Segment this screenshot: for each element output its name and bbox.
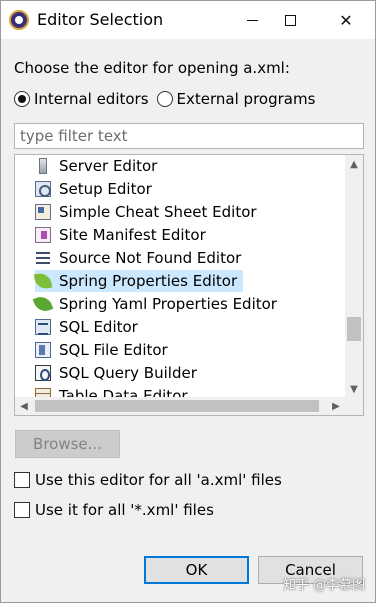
close-icon: ✕ <box>339 10 353 30</box>
watermark: 知乎 @李慕图 <box>283 578 366 593</box>
cheat-sheet-icon <box>35 204 51 220</box>
list-item-label: SQL File Editor <box>59 341 168 359</box>
server-icon <box>39 158 47 174</box>
minimize-icon <box>246 19 258 21</box>
list-item[interactable]: SQL File Editor <box>35 339 174 361</box>
browse-button[interactable]: Browse... <box>15 430 120 458</box>
editor-list[interactable]: Server Editor Setup Editor Simple Cheat … <box>14 154 364 416</box>
list-item[interactable]: Server Editor <box>35 155 163 177</box>
ok-button[interactable]: OK <box>144 556 249 584</box>
use-for-extension-checkbox[interactable] <box>14 502 30 518</box>
editor-mode-group: Internal editors External programs <box>14 90 323 108</box>
scroll-up-icon[interactable]: ▲ <box>345 155 363 173</box>
list-item-label: Spring Yaml Properties Editor <box>59 295 277 313</box>
use-for-extension-label[interactable]: Use it for all '*.xml' files <box>35 501 214 519</box>
sql-icon <box>35 319 51 335</box>
list-item[interactable]: SQL Editor <box>35 316 144 338</box>
horizontal-scrollbar[interactable]: ◀ ▶ <box>15 397 345 415</box>
list-item-label: SQL Query Builder <box>59 364 197 382</box>
maximize-icon <box>284 14 296 26</box>
scrollbar-corner <box>345 397 363 415</box>
external-programs-label[interactable]: External programs <box>177 90 316 108</box>
maximize-button[interactable] <box>267 1 313 39</box>
title-bar: Editor Selection ✕ <box>1 1 375 39</box>
list-item-label: Simple Cheat Sheet Editor <box>59 203 257 221</box>
editor-list-viewport: Server Editor Setup Editor Simple Cheat … <box>15 155 345 398</box>
list-item-label: Server Editor <box>59 157 158 175</box>
use-for-file-checkbox[interactable] <box>14 472 30 488</box>
scroll-down-icon[interactable]: ▼ <box>345 380 363 398</box>
list-item-label: Site Manifest Editor <box>59 226 206 244</box>
list-item-label: Setup Editor <box>59 180 152 198</box>
scroll-left-icon[interactable]: ◀ <box>15 397 33 415</box>
spring-leaf-icon <box>33 271 53 291</box>
spring-leaf-icon <box>32 293 54 315</box>
prompt-label: Choose the editor for opening a.xml: <box>14 59 290 77</box>
filter-input[interactable] <box>14 123 364 149</box>
list-item[interactable]: Site Manifest Editor <box>35 224 212 246</box>
close-button[interactable]: ✕ <box>323 1 369 39</box>
setup-icon <box>35 181 51 197</box>
list-item-label: Spring Properties Editor <box>59 272 238 290</box>
editor-selection-dialog: Editor Selection ✕ Choose the editor for… <box>0 0 376 603</box>
list-item-label: SQL Editor <box>59 318 138 336</box>
vertical-scroll-thumb[interactable] <box>347 317 361 341</box>
list-item[interactable]: Simple Cheat Sheet Editor <box>35 201 263 223</box>
list-item[interactable]: SQL Query Builder <box>35 362 203 384</box>
external-programs-radio[interactable] <box>156 91 173 107</box>
dialog-title: Editor Selection <box>37 10 164 29</box>
list-item[interactable]: Spring Yaml Properties Editor <box>32 293 283 315</box>
horizontal-scroll-thumb[interactable] <box>35 400 319 412</box>
vertical-scrollbar[interactable]: ▲ ▼ <box>345 155 363 398</box>
internal-editors-radio[interactable] <box>14 91 30 107</box>
sql-file-icon <box>35 342 51 358</box>
sql-query-icon <box>35 365 51 381</box>
source-lines-icon <box>35 250 51 266</box>
list-item[interactable]: Setup Editor <box>35 178 158 200</box>
internal-editors-label[interactable]: Internal editors <box>34 90 149 108</box>
scroll-right-icon[interactable]: ▶ <box>327 397 345 415</box>
site-manifest-icon <box>35 227 51 243</box>
eclipse-app-icon <box>9 10 29 30</box>
use-for-extension-option[interactable]: Use it for all '*.xml' files <box>14 501 214 519</box>
use-for-file-label[interactable]: Use this editor for all 'a.xml' files <box>35 471 282 489</box>
list-item-label: Source Not Found Editor <box>59 249 242 267</box>
list-item-selected[interactable]: Spring Properties Editor <box>33 270 244 292</box>
list-item[interactable]: Source Not Found Editor <box>35 247 247 269</box>
use-for-file-option[interactable]: Use this editor for all 'a.xml' files <box>14 471 282 489</box>
